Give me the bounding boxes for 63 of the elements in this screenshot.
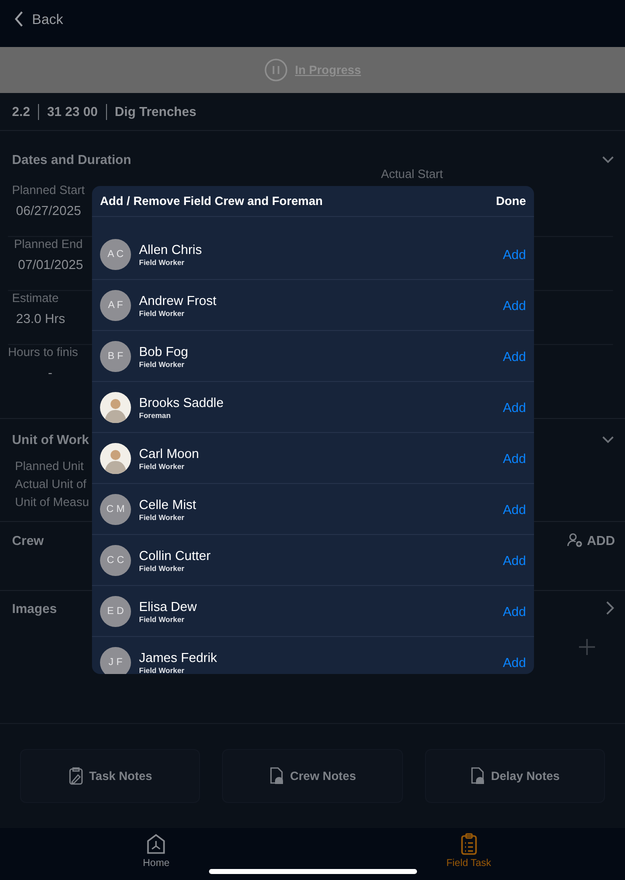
field-value: 06/27/2025: [15, 203, 82, 218]
section-title: Dates and Duration: [12, 152, 132, 166]
add-button[interactable]: Add: [502, 348, 526, 364]
add-person-icon: [566, 532, 583, 548]
home-icon: [146, 833, 166, 855]
field-value: -: [47, 365, 54, 380]
task-code: 2.2: [12, 104, 30, 119]
section-title: Crew: [12, 532, 44, 548]
task-code: 31 23 00: [47, 104, 98, 119]
notes-button[interactable]: Crew Notes: [222, 749, 403, 803]
avatar-initials: E D: [100, 596, 131, 626]
notes-button[interactable]: Delay Notes: [424, 749, 605, 803]
add-button[interactable]: Add: [502, 502, 526, 516]
task-code: Dig Trenches: [114, 104, 196, 119]
tab[interactable]: Field Task: [312, 828, 625, 880]
field-label: Planned Unit: [15, 459, 84, 475]
field-label: Actual Start: [380, 167, 443, 183]
person-name: Celle Mist: [139, 496, 198, 512]
add-crew-button[interactable]: ADD: [566, 532, 615, 548]
chevron-right-icon[interactable]: [605, 601, 615, 615]
done-button[interactable]: Done: [496, 194, 526, 208]
field-label: Unit of Measu: [15, 495, 90, 511]
tab[interactable]: Home: [0, 828, 312, 880]
person-name: Bob Fog: [139, 344, 190, 358]
person-name: Carl Moon: [139, 446, 200, 460]
document-helmet-icon: [470, 767, 486, 785]
add-button[interactable]: Add: [502, 604, 526, 618]
field-value: 07/01/2025: [17, 257, 84, 272]
add-button[interactable]: Add: [502, 450, 526, 466]
add-button[interactable]: Add: [502, 246, 526, 262]
document-helmet-icon: [268, 767, 285, 785]
field-label: Estimate: [12, 291, 60, 305]
person-name: Allen Chris: [139, 242, 203, 256]
add-button[interactable]: Add: [502, 298, 526, 312]
avatar-icon: [100, 442, 131, 474]
avatar-initials: A F: [100, 290, 131, 320]
back-button[interactable]: Back: [14, 10, 64, 26]
add-button[interactable]: Add: [502, 400, 526, 414]
person-name: Collin Cutter: [139, 548, 212, 562]
section-title: Images: [12, 600, 57, 616]
field-label: Hours to finis: [8, 345, 78, 359]
person-name: Brooks Saddle: [139, 394, 225, 410]
notes-button[interactable]: Task Notes: [20, 749, 200, 803]
add-button[interactable]: Add: [502, 654, 526, 670]
section-title: Unit of Work: [12, 432, 90, 446]
avatar-icon: [100, 392, 131, 422]
avatar-initials: B F: [100, 340, 131, 372]
avatar-initials: J F: [100, 646, 131, 674]
chevron-left-icon: [14, 10, 24, 26]
avatar-initials: C M: [100, 494, 131, 524]
clipboard-list-icon: [460, 833, 478, 855]
field-label: Actual Unit of: [15, 477, 86, 493]
person-name: James Fedrik: [139, 650, 218, 664]
person-name: Elisa Dew: [139, 598, 198, 614]
clipboard-pen-icon: [68, 767, 84, 785]
field-label: Planned Start: [12, 183, 85, 197]
dialog-title: Add / Remove Field Crew and Foreman: [100, 194, 323, 208]
field-value: 23.0 Hrs: [15, 311, 66, 326]
avatar-initials: C C: [100, 544, 131, 576]
field-label: Planned End: [14, 237, 84, 251]
add-button[interactable]: Add: [502, 552, 526, 568]
avatar-initials: A C: [100, 238, 131, 270]
person-name: Andrew Frost: [139, 292, 218, 308]
